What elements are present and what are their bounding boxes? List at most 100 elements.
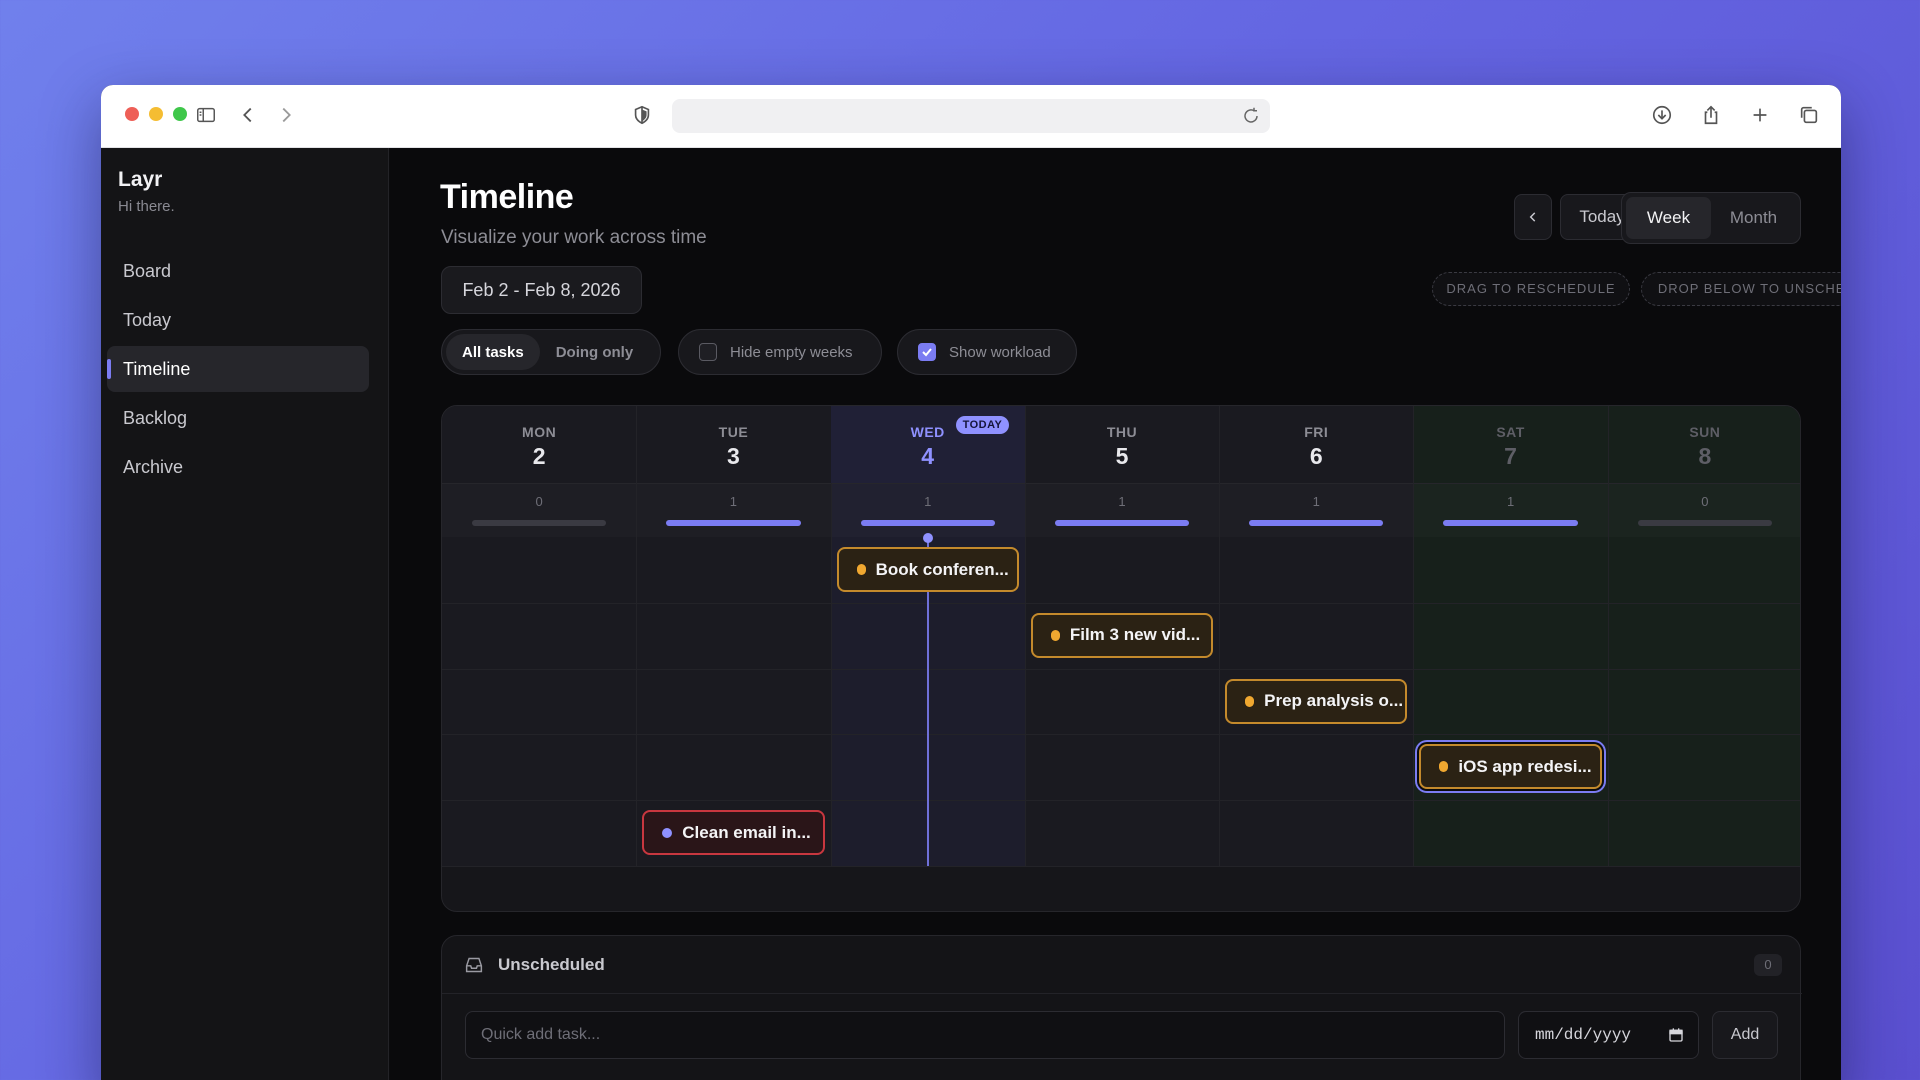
workload-bar-fill [666, 520, 801, 526]
priority-dot-icon [1050, 629, 1060, 641]
unscheduled-header: Unscheduled 0 [442, 936, 1802, 994]
hide-empty-weeks-checkbox[interactable] [699, 343, 717, 361]
task-card[interactable]: iOS app redesi... [1419, 744, 1602, 790]
day-number: 6 [1309, 443, 1323, 469]
workload-count: 0 [1701, 494, 1709, 509]
workload-bar [472, 520, 607, 526]
download-icon[interactable] [1650, 103, 1674, 127]
page-title: Timeline [440, 178, 574, 216]
unscheduled-panel: Unscheduled 0 mm/dd/yyyy Add [441, 935, 1802, 1080]
hide-empty-weeks-toggle[interactable]: Hide empty weeks [678, 329, 882, 375]
chevron-left-icon [1529, 212, 1536, 222]
workload-count: 1 [924, 494, 932, 509]
tabs-overview-icon[interactable] [1797, 103, 1821, 127]
browser-toolbar [101, 85, 1841, 148]
workload-count: 1 [1506, 494, 1515, 509]
day-number: 8 [1698, 443, 1712, 469]
show-workload-checkbox[interactable] [918, 343, 936, 361]
day-header-thu: THU 5 [1025, 406, 1219, 483]
workload-row: 0 1 1 1 1 1 0 [442, 484, 1800, 537]
task-title: Clean email in... [682, 822, 811, 842]
view-month-button[interactable]: Month [1711, 197, 1796, 239]
workload-bar-fill [1249, 520, 1384, 526]
day-number: 4 [921, 443, 935, 469]
unscheduled-title: Unscheduled [498, 955, 605, 974]
share-icon[interactable] [1699, 103, 1723, 127]
workload-count: 1 [1118, 494, 1126, 509]
shield-icon[interactable] [630, 103, 654, 127]
sidebar-item-timeline[interactable]: Timeline [107, 346, 369, 392]
workload-bar-fill [1443, 520, 1578, 526]
task-title: Book conferen... [875, 559, 1009, 579]
scope-filter: All tasks Doing only [441, 329, 661, 375]
day-name: SAT [1496, 424, 1525, 440]
priority-dot-icon [1439, 761, 1449, 773]
workload-bar [1443, 520, 1578, 526]
filter-doing-only[interactable]: Doing only [540, 334, 650, 370]
today-badge: TODAY [955, 416, 1010, 434]
workload-bar [1249, 520, 1384, 526]
forward-icon[interactable] [274, 103, 298, 127]
quick-add-input[interactable] [465, 1011, 1505, 1059]
greeting: Hi there. [118, 198, 175, 215]
date-field[interactable]: mm/dd/yyyy [1518, 1011, 1699, 1059]
day-header-sat: SAT 7 [1413, 406, 1607, 483]
checkmark-icon [922, 348, 932, 357]
calendar-icon[interactable] [1668, 1027, 1684, 1043]
page-subtitle: Visualize your work across time [441, 227, 707, 248]
sidebar-item-archive[interactable]: Archive [107, 444, 369, 490]
unscheduled-count: 0 [1754, 954, 1782, 976]
workload-bar [1637, 520, 1772, 526]
workload-bar-fill [1054, 520, 1190, 526]
task-card[interactable]: Prep analysis o... [1225, 678, 1408, 724]
browser-window: Layr Hi there. Board Today Timeline Back… [101, 85, 1841, 1080]
zoom-window-button[interactable] [173, 107, 187, 121]
inbox-icon [465, 957, 483, 973]
day-header-mon: MON 2 [442, 406, 636, 483]
add-task-button[interactable]: Add [1712, 1011, 1778, 1059]
filter-all-tasks[interactable]: All tasks [446, 334, 540, 370]
view-switcher: Week Month [1621, 192, 1801, 244]
day-number: 7 [1504, 443, 1517, 469]
show-workload-label: Show workload [949, 343, 1051, 361]
new-tab-icon[interactable] [1748, 103, 1772, 127]
main-content: Timeline Visualize your work across time… [390, 148, 1841, 1080]
day-number: 3 [727, 443, 740, 469]
day-header-sun: SUN 8 [1608, 406, 1800, 483]
day-number: 2 [532, 443, 546, 469]
task-card[interactable]: Clean email in... [642, 810, 825, 856]
address-bar[interactable] [672, 99, 1270, 133]
priority-dot-icon [662, 827, 673, 838]
date-placeholder: mm/dd/yyyy [1535, 1026, 1632, 1044]
week-calendar: 0111110 MON 2 TUE 3 WED 4 TODAY THU 5 FRI 6 SAT 7 SUN… [441, 405, 1801, 912]
row-divider [442, 800, 1800, 802]
sidebar-toggle-icon[interactable] [194, 103, 218, 127]
close-window-button[interactable] [125, 107, 139, 121]
view-week-button[interactable]: Week [1626, 197, 1711, 239]
task-card[interactable]: Film 3 new vid... [1030, 612, 1214, 658]
row-divider [442, 734, 1800, 736]
day-name: MON [522, 424, 557, 440]
back-icon[interactable] [236, 103, 260, 127]
reload-icon[interactable] [1242, 107, 1260, 125]
priority-dot-icon [1245, 695, 1255, 707]
workload-bar [1054, 520, 1190, 526]
sidebar-item-today[interactable]: Today [107, 297, 369, 343]
row-divider [442, 866, 1800, 867]
task-title: Film 3 new vid... [1069, 625, 1201, 645]
day-header-fri: FRI 6 [1219, 406, 1413, 483]
day-header-wed: WED 4 TODAY [830, 406, 1025, 483]
day-header-tue: TUE 3 [636, 406, 830, 483]
previous-week-button[interactable] [1514, 194, 1552, 240]
task-title: Prep analysis o... [1264, 691, 1404, 711]
workload-count: 1 [729, 494, 738, 509]
sidebar-item-backlog[interactable]: Backlog [107, 395, 369, 441]
sidebar-item-board[interactable]: Board [107, 248, 369, 294]
app-name: Layr [118, 168, 163, 191]
show-workload-toggle[interactable]: Show workload [897, 329, 1077, 375]
row-divider [442, 602, 1800, 604]
task-card[interactable]: Book conferen... [836, 547, 1019, 592]
minimize-window-button[interactable] [149, 107, 163, 121]
drag-hint: DRAG TO RESCHEDULE [1432, 272, 1630, 306]
row-divider [442, 668, 1800, 670]
